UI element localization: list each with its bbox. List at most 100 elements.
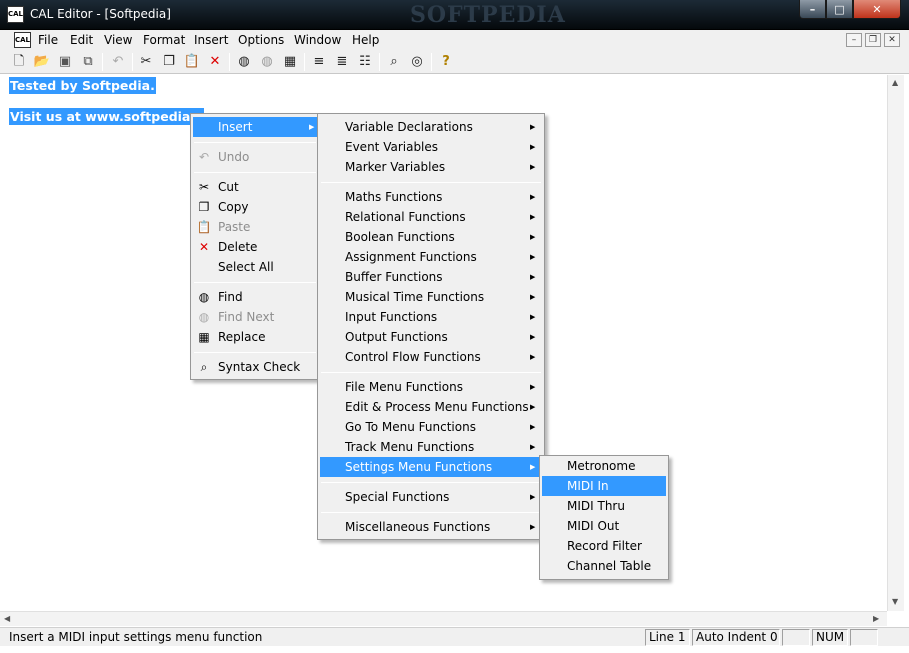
submenu-item[interactable]: Input Functions ▶ (320, 307, 542, 327)
menu-insert[interactable]: Insert (194, 33, 228, 47)
menu-separator (321, 182, 541, 183)
submenu-item[interactable]: Variable Declarations ▶ (320, 117, 542, 137)
submenu-item[interactable]: Assignment Functions ▶ (320, 247, 542, 267)
close-button[interactable]: ✕ (853, 0, 901, 19)
insert-submenu: Variable Declarations ▶ Event Variables ▶ … (317, 113, 545, 540)
submenu-arrow-icon: ▶ (530, 163, 536, 171)
horizontal-scrollbar[interactable]: ◀ ▶ (0, 611, 887, 626)
menu-separator (194, 142, 316, 143)
status-bar: Insert a MIDI input settings menu functi… (0, 627, 909, 646)
submenu-item[interactable]: Special Functions ▶ (320, 487, 542, 507)
submenu-arrow-icon: ▶ (309, 123, 315, 131)
delete-icon[interactable]: ✕ (206, 53, 224, 71)
cut-icon[interactable]: ✂ (137, 53, 155, 71)
submenu-item[interactable]: Boolean Functions ▶ (320, 227, 542, 247)
syntax-check-icon: ⌕ (200, 360, 208, 374)
title-bar: CAL CAL Editor - [Softpedia] SOFTPEDIA –… (0, 0, 909, 30)
scroll-down-icon[interactable]: ▼ (892, 597, 898, 606)
submenu-arrow-icon: ▶ (530, 443, 536, 451)
menu-format[interactable]: Format (143, 33, 185, 47)
mdi-close-button[interactable]: ✕ (884, 33, 900, 47)
submenu-item[interactable]: Maths Functions ▶ (320, 187, 542, 207)
text-line-2[interactable]: Visit us at www.softpedia.com (9, 108, 204, 125)
vertical-scrollbar[interactable]: ▲ ▼ (887, 75, 904, 611)
scroll-left-icon[interactable]: ◀ (4, 614, 10, 623)
submenu-item[interactable]: Go To Menu Functions ▶ (320, 417, 542, 437)
find-icon[interactable]: ◍ (235, 53, 253, 71)
settings-submenu: Metronome MIDI In MIDI Thru MIDI Out Rec… (539, 455, 669, 580)
menu-item-insert[interactable]: Insert ▶ (193, 117, 317, 137)
submenu-item-settings-menu-functions[interactable]: Settings Menu Functions ▶ (320, 457, 542, 477)
maximize-button[interactable]: □ (826, 0, 853, 19)
mdi-restore-button[interactable]: ❐ (865, 33, 881, 47)
undo-icon[interactable]: ↶ (109, 53, 127, 71)
menu-item-find[interactable]: ◍ Find (193, 287, 317, 307)
submenu-item[interactable]: Relational Functions ▶ (320, 207, 542, 227)
submenu-item-midi-out[interactable]: MIDI Out (542, 516, 666, 536)
menu-item-delete[interactable]: ✕ Delete (193, 237, 317, 257)
submenu-item[interactable]: File Menu Functions ▶ (320, 377, 542, 397)
submenu-item[interactable]: Control Flow Functions ▶ (320, 347, 542, 367)
menu-window[interactable]: Window (294, 33, 341, 47)
menu-item-replace[interactable]: ▦ Replace (193, 327, 317, 347)
submenu-item[interactable]: Marker Variables ▶ (320, 157, 542, 177)
find-next-icon[interactable]: ◍ (258, 53, 276, 71)
menu-item-copy[interactable]: ❐ Copy (193, 197, 317, 217)
menu-item-cut[interactable]: ✂ Cut (193, 177, 317, 197)
status-num: NUM (812, 629, 848, 646)
menu-edit[interactable]: Edit (70, 33, 93, 47)
menu-file[interactable]: File (38, 33, 58, 47)
menu-options[interactable]: Options (238, 33, 284, 47)
text-line-1[interactable]: Tested by Softpedia. (9, 77, 156, 94)
open-folder-icon[interactable]: 📂 (33, 53, 51, 71)
toolbar-separator (102, 53, 103, 71)
app-icon: CAL (7, 6, 24, 23)
submenu-item-channel-table[interactable]: Channel Table (542, 556, 666, 576)
submenu-item[interactable]: Track Menu Functions ▶ (320, 437, 542, 457)
submenu-arrow-icon: ▶ (530, 523, 536, 531)
copy-icon[interactable]: ❐ (160, 53, 178, 71)
submenu-item[interactable]: Buffer Functions ▶ (320, 267, 542, 287)
minimize-button[interactable]: – (799, 0, 826, 19)
help-icon[interactable]: ? (437, 53, 455, 71)
menu-help[interactable]: Help (352, 33, 379, 47)
delete-icon: ✕ (198, 240, 210, 254)
scroll-right-icon[interactable]: ▶ (873, 614, 879, 623)
comment-icon[interactable]: ☷ (356, 53, 374, 71)
run-icon[interactable]: ◎ (408, 53, 426, 71)
menu-item-paste[interactable]: 📋 Paste (193, 217, 317, 237)
menu-item-find-next[interactable]: ◍ Find Next (193, 307, 317, 327)
status-line: Line 1 (645, 629, 690, 646)
menu-item-select-all[interactable]: Select All (193, 257, 317, 277)
submenu-item-record-filter[interactable]: Record Filter (542, 536, 666, 556)
paste-icon[interactable]: 📋 (183, 53, 201, 71)
submenu-item-midi-thru[interactable]: MIDI Thru (542, 496, 666, 516)
menu-view[interactable]: View (104, 33, 132, 47)
window-title: CAL Editor - [Softpedia] (30, 7, 171, 21)
submenu-arrow-icon: ▶ (530, 143, 536, 151)
status-empty-panel (782, 629, 810, 646)
submenu-item[interactable]: Edit & Process Menu Functions ▶ (320, 397, 542, 417)
new-file-icon[interactable]: 🗋 (10, 53, 28, 71)
toolbar-separator (304, 53, 305, 71)
document-icon[interactable]: CAL (14, 32, 31, 48)
mdi-minimize-button[interactable]: – (846, 33, 862, 47)
submenu-item[interactable]: Miscellaneous Functions ▶ (320, 517, 542, 537)
submenu-item[interactable]: Event Variables ▶ (320, 137, 542, 157)
menu-item-undo[interactable]: ↶ Undo (193, 147, 317, 167)
find-icon: ◍ (198, 290, 210, 304)
indent-icon[interactable]: ≡ (310, 53, 328, 71)
submenu-item-midi-in[interactable]: MIDI In (542, 476, 666, 496)
save-icon[interactable]: ▣ (56, 53, 74, 71)
submenu-item-metronome[interactable]: Metronome (542, 456, 666, 476)
scroll-up-icon[interactable]: ▲ (892, 78, 898, 87)
submenu-item[interactable]: Musical Time Functions ▶ (320, 287, 542, 307)
replace-icon[interactable]: ▦ (281, 53, 299, 71)
submenu-item[interactable]: Output Functions ▶ (320, 327, 542, 347)
syntax-check-icon[interactable]: ⌕ (385, 53, 403, 71)
save-all-icon[interactable]: ⧉ (79, 53, 97, 71)
submenu-arrow-icon: ▶ (530, 123, 536, 131)
menu-item-syntax-check[interactable]: ⌕ Syntax Check (193, 357, 317, 377)
outdent-icon[interactable]: ≣ (333, 53, 351, 71)
submenu-arrow-icon: ▶ (530, 273, 536, 281)
